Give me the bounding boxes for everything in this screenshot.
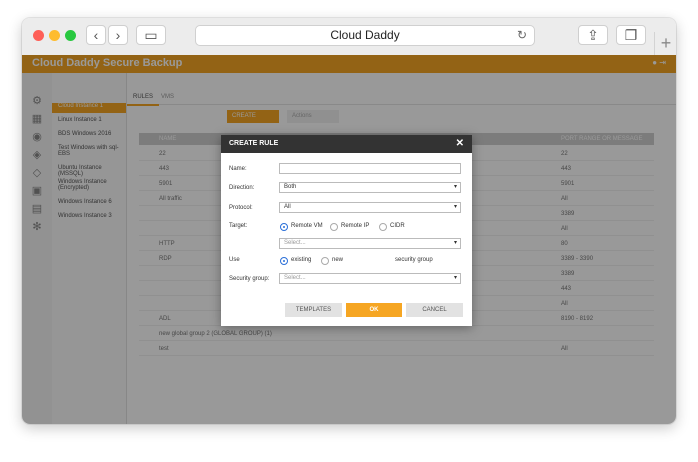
tabs-icon[interactable]: ❐ <box>616 25 646 45</box>
name-label: Name: <box>229 166 247 172</box>
use-radio-existing[interactable] <box>280 257 288 265</box>
target-option-label: Remote VM <box>291 223 323 229</box>
target-select-placeholder: Select... <box>284 240 306 246</box>
back-icon[interactable]: ‹ <box>86 25 106 45</box>
close-icon[interactable]: ✕ <box>456 135 464 153</box>
target-radio-remote-vm[interactable] <box>280 223 288 231</box>
use-radio-new[interactable] <box>321 257 329 265</box>
protocol-label: Protocol: <box>229 205 253 211</box>
target-select[interactable]: Select... <box>279 238 461 249</box>
dialog-header: CREATE RULE ✕ <box>221 135 472 153</box>
use-suffix: security group <box>395 257 433 263</box>
create-rule-dialog: CREATE RULE ✕ Name: Direction: Both Prot… <box>221 135 472 326</box>
security-group-label: Security group: <box>229 276 270 282</box>
use-option-label: existing <box>291 257 312 263</box>
use-label: Use <box>229 257 240 263</box>
target-radio-cidr[interactable] <box>379 223 387 231</box>
direction-select[interactable]: Both <box>279 182 461 193</box>
protocol-select[interactable]: All <box>279 202 461 213</box>
target-option-label: CIDR <box>390 223 405 229</box>
cancel-button[interactable]: CANCEL <box>406 303 463 317</box>
browser-window: ‹ › ▭ Cloud Daddy ↻ ⇪ ❐ + Cloud Daddy Se… <box>22 18 676 424</box>
new-tab-icon[interactable]: + <box>654 32 676 55</box>
minimize-window-button[interactable] <box>49 30 60 41</box>
browser-titlebar: ‹ › ▭ Cloud Daddy ↻ ⇪ ❐ + <box>22 18 676 56</box>
forward-icon[interactable]: › <box>108 25 128 45</box>
reload-icon[interactable]: ↻ <box>517 26 527 45</box>
security-group-placeholder: Select... <box>284 275 306 281</box>
dialog-title: CREATE RULE <box>229 140 279 147</box>
page-title: Cloud Daddy <box>330 28 400 42</box>
address-bar[interactable]: Cloud Daddy ↻ <box>195 25 535 46</box>
close-window-button[interactable] <box>33 30 44 41</box>
name-input[interactable] <box>279 163 461 174</box>
target-option-label: Remote IP <box>341 223 370 229</box>
security-group-select[interactable]: Select... <box>279 273 461 284</box>
target-label: Target: <box>229 223 248 229</box>
share-icon[interactable]: ⇪ <box>578 25 608 45</box>
target-radio-remote-ip[interactable] <box>330 223 338 231</box>
use-option-label: new <box>332 257 344 263</box>
templates-button[interactable]: TEMPLATES <box>285 303 342 317</box>
direction-label: Direction: <box>229 185 255 191</box>
ok-button[interactable]: OK <box>346 303 402 317</box>
zoom-window-button[interactable] <box>65 30 76 41</box>
sidebar-toggle-icon[interactable]: ▭ <box>136 25 166 45</box>
